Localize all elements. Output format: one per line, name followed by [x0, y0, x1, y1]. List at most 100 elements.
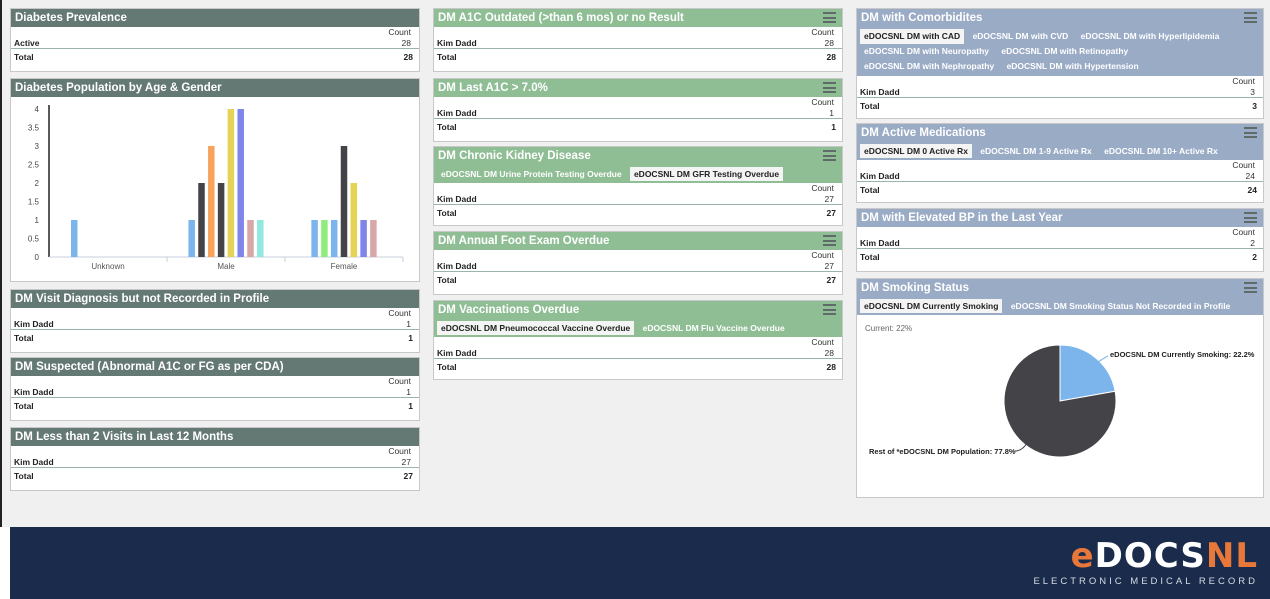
table-row[interactable]: Kim Dadd 28	[434, 37, 842, 49]
total-label: Total	[437, 362, 457, 372]
total-value: 3	[1252, 101, 1257, 111]
hamburger-menu-icon[interactable]	[1244, 127, 1257, 138]
chart-bar	[188, 220, 195, 257]
panel-title-text: DM with Comorbidites	[861, 12, 983, 24]
y-tick-label: 3.5	[28, 124, 40, 133]
table-row[interactable]: Kim Dadd 1	[11, 318, 419, 330]
less-visits-panel: DM Less than 2 Visits in Last 12 Months …	[10, 427, 420, 491]
hamburger-menu-icon[interactable]	[1244, 282, 1257, 293]
panel-title-text: DM Vaccinations Overdue	[438, 304, 580, 316]
panel-title: DM Suspected (Abnormal A1C or FG as per …	[11, 358, 419, 376]
tab-cad[interactable]: eDOCSNL DM with CAD	[860, 29, 965, 44]
chart-bar	[237, 109, 244, 257]
row-value: 24	[1245, 171, 1255, 181]
row-label: Kim Dadd	[860, 238, 900, 248]
total-row: Total 24	[857, 182, 1263, 199]
tab-10-plus-active-rx[interactable]: eDOCSNL DM 10+ Active Rx	[1100, 144, 1222, 158]
hamburger-menu-icon[interactable]	[823, 150, 836, 161]
count-header: Count	[811, 250, 834, 260]
total-value: 27	[403, 471, 413, 481]
y-tick-label: 0	[35, 253, 40, 262]
tab-pneumococcal[interactable]: eDOCSNL DM Pneumococcal Vaccine Overdue	[437, 321, 635, 335]
row-label: Kim Dadd	[14, 319, 54, 329]
panel-title-text: DM with Elevated BP in the Last Year	[861, 212, 1063, 224]
panel-title: DM with Comorbidites	[857, 9, 1263, 27]
total-row: Total 3	[857, 98, 1263, 115]
total-row: Total 27	[434, 272, 842, 289]
panel-title: DM Active Medications	[857, 124, 1263, 142]
total-value: 28	[826, 362, 836, 372]
table-row[interactable]: Kim Dadd 24	[857, 170, 1263, 182]
row-label: Active	[14, 38, 40, 48]
tab-bar: eDOCSNL DM with CAD eDOCSNL DM with CVD …	[857, 27, 1263, 76]
tab-urine-protein[interactable]: eDOCSNL DM Urine Protein Testing Overdue	[437, 167, 626, 181]
panel-title-text: DM A1C Outdated (>than 6 mos) or no Resu…	[438, 12, 684, 24]
x-tick-label: Unknown	[91, 262, 124, 271]
count-header: Count	[388, 446, 411, 456]
total-row: Total 27	[434, 205, 842, 222]
total-row: Total 28	[434, 49, 842, 66]
logo-wordmark: eDOCSNL	[1070, 536, 1258, 576]
table-row[interactable]: Kim Dadd 2	[857, 237, 1263, 249]
row-label: Kim Dadd	[860, 171, 900, 181]
table-row[interactable]: Kim Dadd 28	[434, 347, 842, 359]
tab-currently-smoking[interactable]: eDOCSNL DM Currently Smoking	[860, 299, 1003, 313]
total-row: Total 27	[11, 468, 419, 485]
chart-bar	[330, 220, 338, 257]
table-row[interactable]: Kim Dadd 1	[11, 386, 419, 398]
chart-bar	[247, 220, 254, 257]
table-row[interactable]: Kim Dadd 27	[11, 456, 419, 468]
tab-nephropathy[interactable]: eDOCSNL DM with Nephropathy	[860, 59, 998, 74]
visit-diagnosis-panel: DM Visit Diagnosis but not Recorded in P…	[10, 289, 420, 353]
y-tick-label: 1.5	[28, 198, 40, 207]
last-a1c-panel: DM Last A1C > 7.0% Count Kim Dadd 1 Tota…	[433, 78, 843, 142]
suspected-panel: DM Suspected (Abnormal A1C or FG as per …	[10, 357, 420, 421]
total-label: Total	[860, 101, 880, 111]
chart-bar	[257, 220, 264, 257]
hamburger-menu-icon[interactable]	[823, 82, 836, 93]
a1c-outdated-panel: DM A1C Outdated (>than 6 mos) or no Resu…	[433, 8, 843, 72]
tab-not-recorded[interactable]: eDOCSNL DM Smoking Status Not Recorded i…	[1007, 299, 1234, 313]
table-row[interactable]: Kim Dadd 27	[434, 260, 842, 272]
tab-cvd[interactable]: eDOCSNL DM with CVD	[969, 29, 1073, 44]
tab-gfr[interactable]: eDOCSNL DM GFR Testing Overdue	[629, 167, 784, 181]
tab-hyperlipidemia[interactable]: eDOCSNL DM with Hyperlipidemia	[1077, 29, 1224, 44]
y-tick-label: 4	[35, 105, 40, 114]
total-value: 1	[831, 122, 836, 132]
tab-hypertension[interactable]: eDOCSNL DM with Hypertension	[1003, 59, 1143, 74]
tab-0-active-rx[interactable]: eDOCSNL DM 0 Active Rx	[860, 144, 972, 158]
chart-bar	[360, 220, 367, 257]
chart-bar	[198, 183, 205, 257]
y-tick-label: 0.5	[28, 235, 40, 244]
table-row[interactable]: Active 28	[11, 37, 419, 49]
row-value: 2	[1250, 238, 1255, 248]
row-value: 27	[824, 194, 834, 204]
tab-retinopathy[interactable]: eDOCSNL DM with Retinopathy	[997, 44, 1132, 59]
tab-neuropathy[interactable]: eDOCSNL DM with Neuropathy	[860, 44, 993, 59]
table-row[interactable]: Kim Dadd 27	[434, 193, 842, 205]
total-label: Total	[14, 333, 34, 343]
dashboard-area: Diabetes Prevalence Count Active 28 Tota…	[0, 0, 1270, 527]
smoking-pie-chart: Current: 22% eDOCSNL DM Currently Smoking…	[857, 315, 1263, 502]
total-value: 27	[826, 275, 836, 285]
table-row[interactable]: Kim Dadd 3	[857, 86, 1263, 98]
total-label: Total	[437, 52, 457, 62]
pie-chart-svg: Current: 22% eDOCSNL DM Currently Smoking…	[865, 324, 1255, 458]
row-label: Kim Dadd	[860, 87, 900, 97]
tab-1-9-active-rx[interactable]: eDOCSNL DM 1-9 Active Rx	[976, 144, 1095, 158]
edocsnl-logo: eDOCSNL ELECTRONIC MEDICAL RECORD	[1033, 537, 1258, 587]
panel-title-text: DM Smoking Status	[861, 282, 969, 294]
tab-bar: eDOCSNL DM Currently Smoking eDOCSNL DM …	[857, 297, 1263, 315]
hamburger-menu-icon[interactable]	[1244, 212, 1257, 223]
total-value: 24	[1247, 185, 1257, 195]
hamburger-menu-icon[interactable]	[1244, 12, 1257, 23]
hamburger-menu-icon[interactable]	[823, 235, 836, 246]
y-tick-label: 2	[35, 179, 40, 188]
table-row[interactable]: Kim Dadd 1	[434, 107, 842, 119]
tab-flu[interactable]: eDOCSNL DM Flu Vaccine Overdue	[639, 321, 789, 335]
hamburger-menu-icon[interactable]	[823, 12, 836, 23]
total-row: Total 1	[434, 119, 842, 136]
hamburger-menu-icon[interactable]	[823, 304, 836, 315]
panel-title: DM Smoking Status	[857, 279, 1263, 297]
population-chart-panel: Diabetes Population by Age & Gender 0 0.5…	[10, 78, 420, 282]
